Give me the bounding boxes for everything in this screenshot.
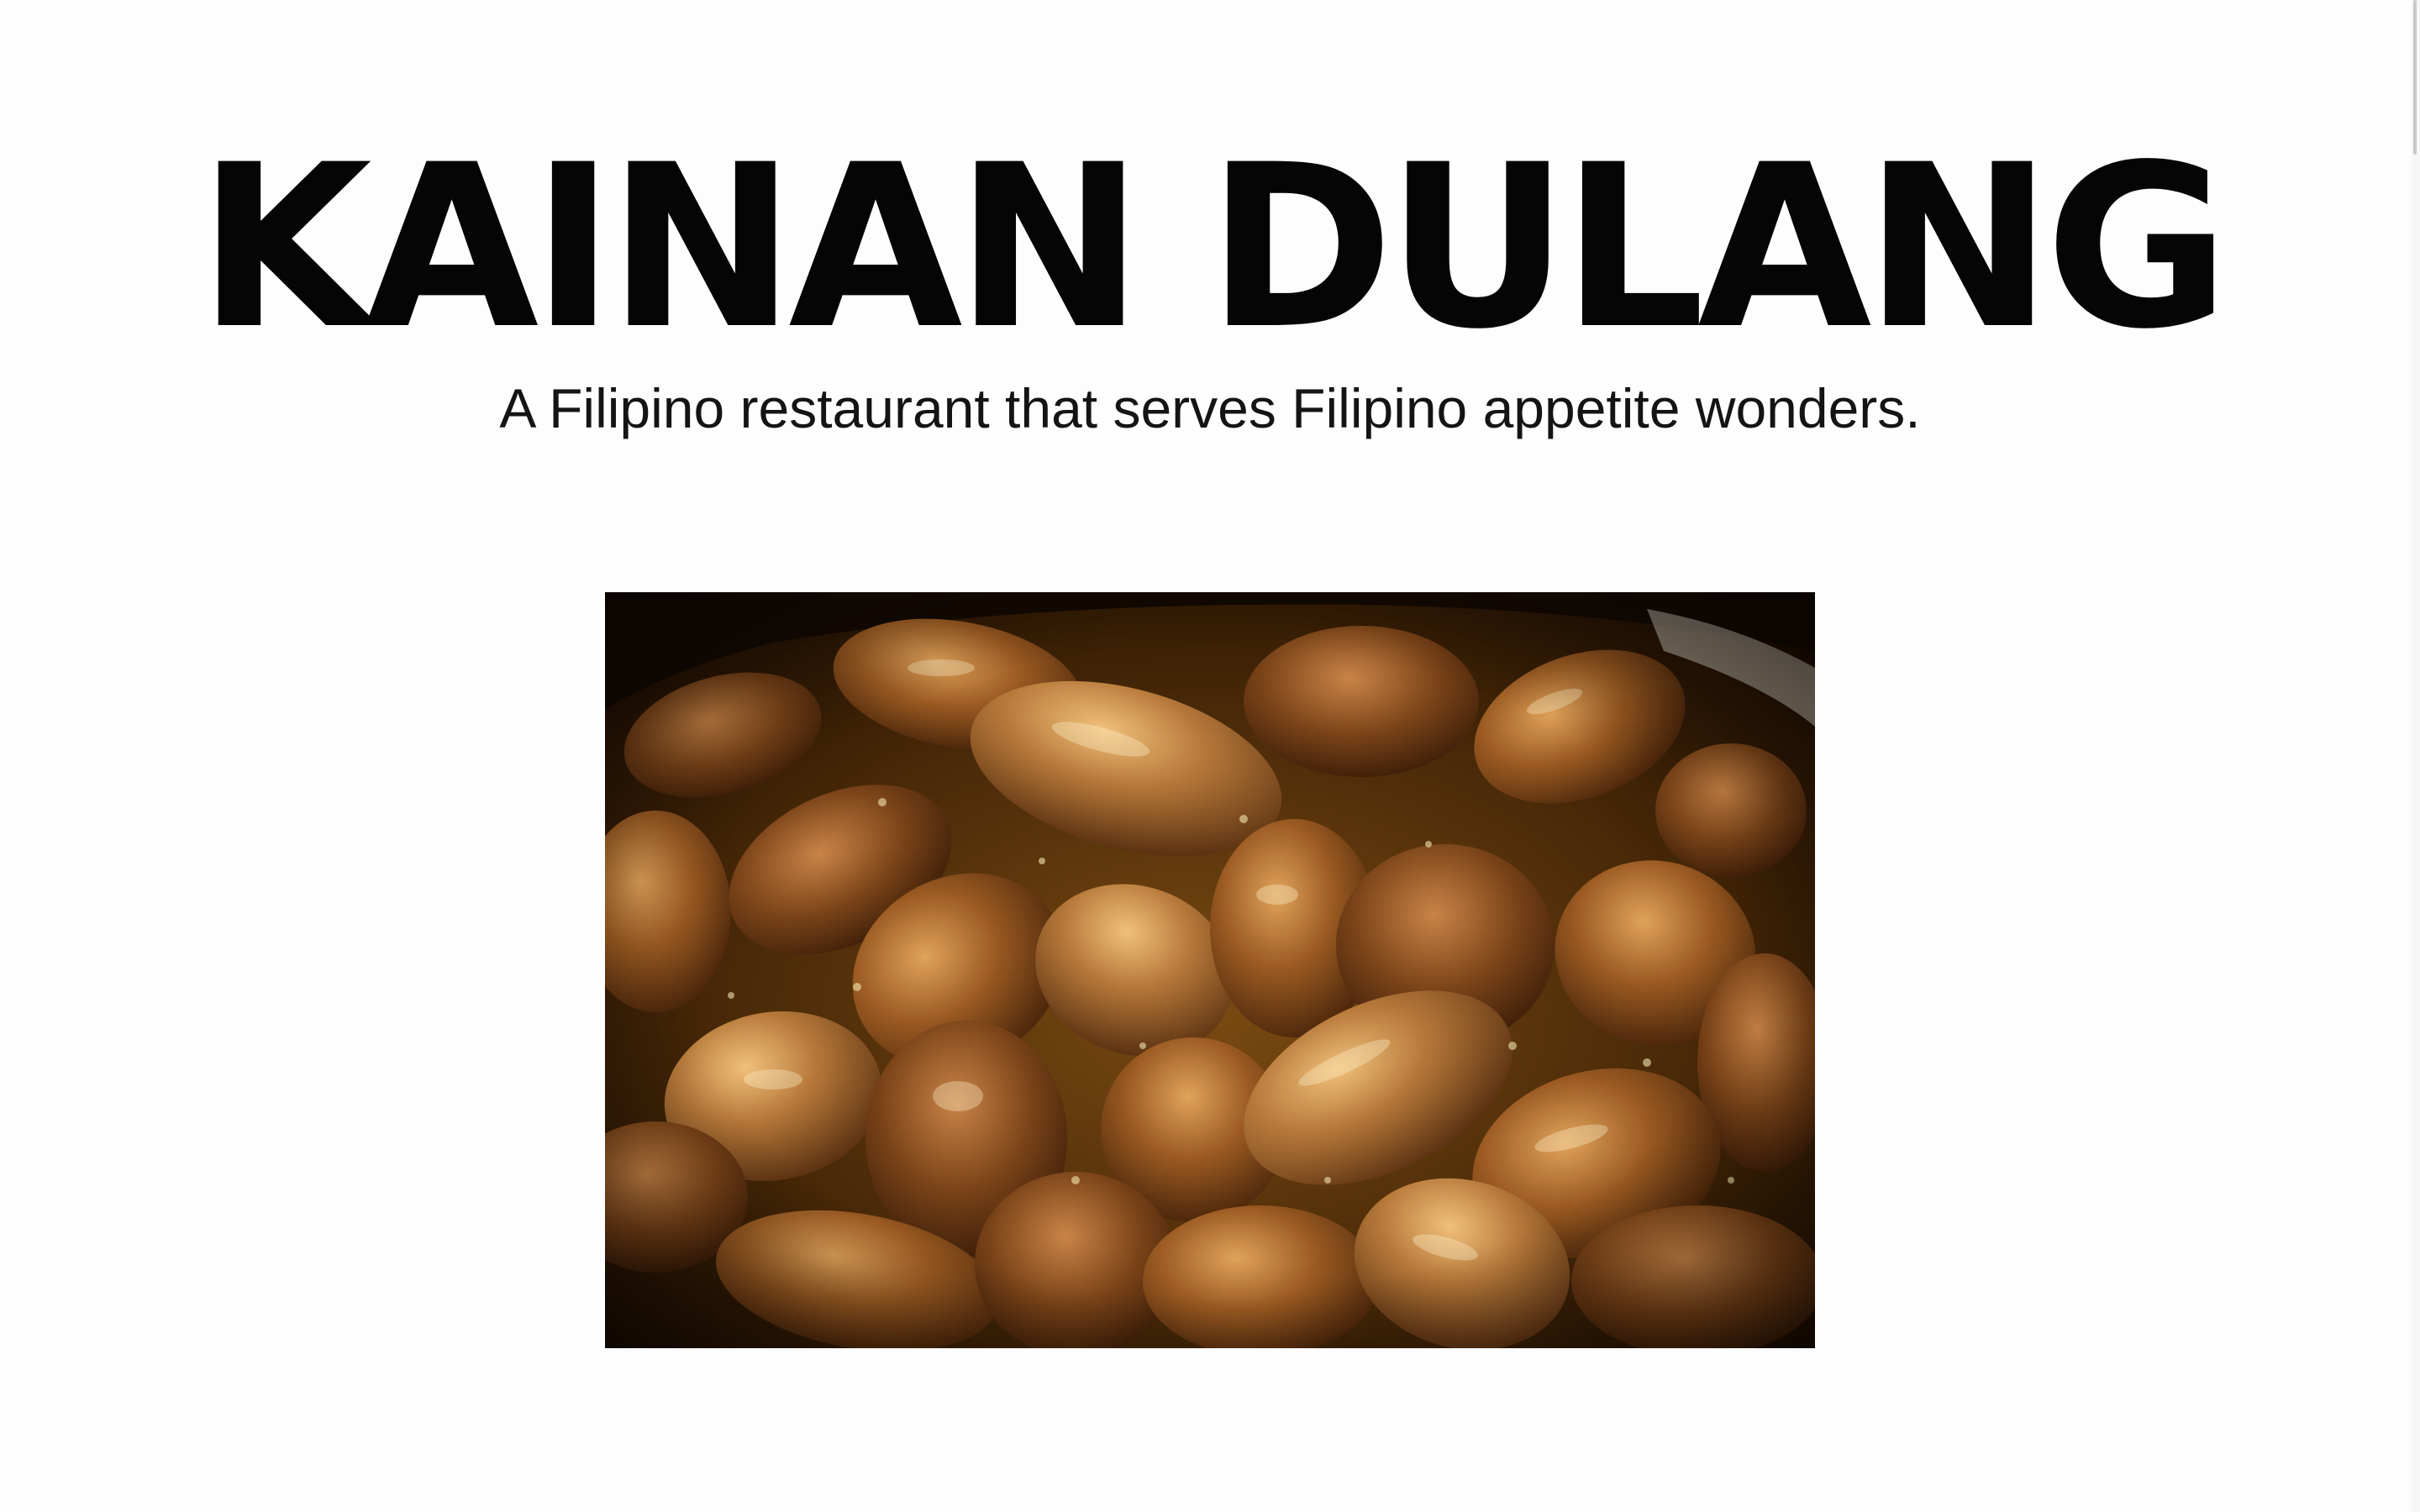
scrollbar-thumb[interactable] [2413, 0, 2417, 155]
food-photo [605, 592, 1815, 1348]
page-scrollbar[interactable] [2412, 0, 2420, 1512]
restaurant-tagline: A Filipino restaurant that serves Filipi… [499, 377, 1921, 439]
restaurant-title: KAINAN DULANG [197, 117, 2230, 379]
